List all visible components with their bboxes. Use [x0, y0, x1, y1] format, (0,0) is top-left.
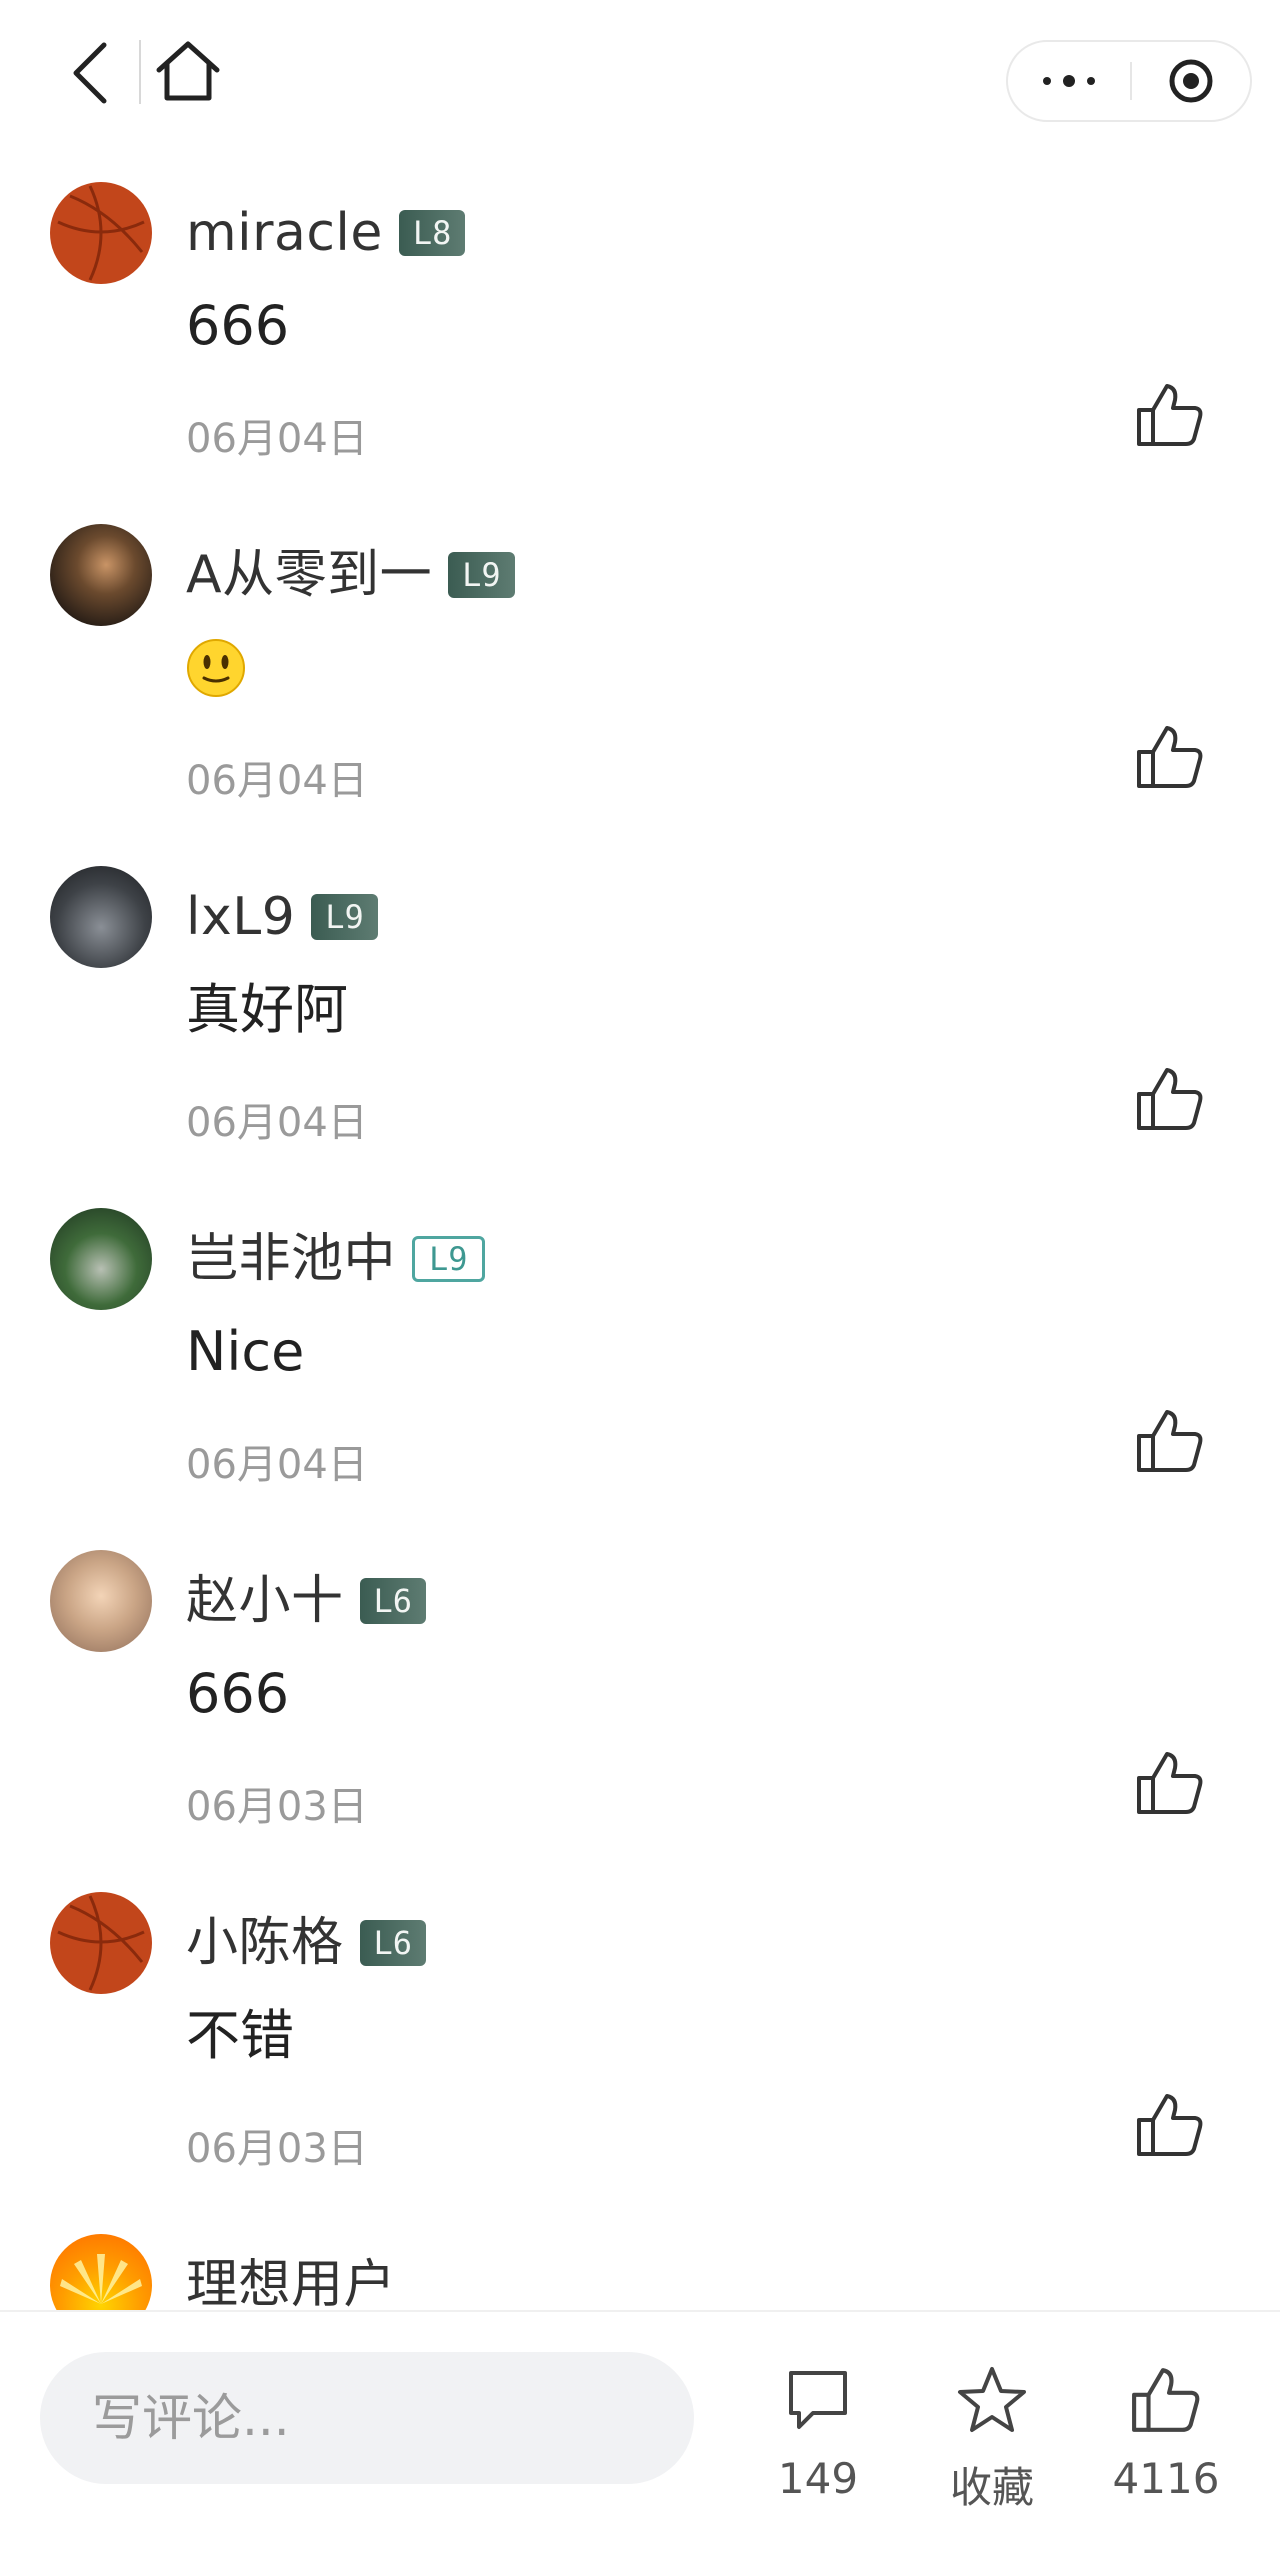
thumbs-up-icon — [1132, 2368, 1200, 2432]
comment-item: 小陈格 L6 不错 06月03日 — [0, 1880, 1280, 2222]
thumbs-up-icon — [1137, 726, 1203, 788]
avatar[interactable] — [50, 1550, 152, 1652]
username[interactable]: 赵小十 — [186, 1575, 344, 1627]
home-icon — [156, 41, 220, 101]
avatar[interactable] — [50, 866, 152, 968]
avatar[interactable] — [50, 1208, 152, 1310]
comment-item: 理想用户 — [0, 2222, 1280, 2310]
target-icon — [1169, 59, 1213, 103]
username[interactable]: 岂非池中 — [186, 1233, 396, 1285]
avatar[interactable] — [50, 2234, 152, 2310]
name-row: 岂非池中 L9 — [186, 1224, 485, 1294]
favorite-label: 收藏 — [949, 2463, 1034, 2512]
avatar[interactable] — [50, 182, 152, 284]
comment-item: lxL9 L9 真好阿 06月04日 — [0, 854, 1280, 1196]
avatar[interactable] — [50, 1892, 152, 1994]
nav-divider — [139, 40, 141, 104]
like-button[interactable] — [1130, 1059, 1210, 1139]
favorite-button[interactable]: 收藏 — [922, 2360, 1062, 2540]
thumbs-up-icon — [1137, 2094, 1203, 2156]
comment-text: Nice — [186, 1320, 305, 1383]
name-row: 理想用户 — [186, 2250, 396, 2310]
slightly-smiling-face-emoji-icon — [187, 639, 245, 697]
level-badge: L8 — [398, 210, 466, 256]
thumbs-up-icon — [1137, 1410, 1203, 1472]
level-badge: L9 — [311, 894, 378, 940]
comment-date: 06月03日 — [186, 1784, 368, 1830]
level-badge: L6 — [359, 1920, 427, 1966]
comment-date: 06月04日 — [186, 758, 368, 804]
chevron-left-icon — [73, 42, 107, 104]
level-badge: L9 — [448, 552, 515, 598]
name-row: 小陈格 L6 — [186, 1908, 427, 1978]
comment-list: miracle L8 666 06月04日 A从零到一 L9 06月04日 lx… — [0, 170, 1280, 2310]
comment-bubble-icon — [789, 2371, 847, 2429]
comment-count-button[interactable]: 149 — [748, 2360, 888, 2540]
comment-item: miracle L8 666 06月04日 — [0, 170, 1280, 512]
comment-text: 不错 — [186, 2004, 294, 2067]
comment-item: 赵小十 L6 666 06月03日 — [0, 1538, 1280, 1880]
thumbs-up-icon — [1137, 1752, 1203, 1814]
like-button[interactable] — [1130, 1743, 1210, 1823]
like-button[interactable] — [1130, 375, 1210, 455]
comment-date: 06月04日 — [186, 1442, 368, 1488]
sun-logo-icon — [60, 2254, 142, 2304]
top-nav-bar — [0, 0, 1280, 150]
comment-count: 149 — [777, 2454, 859, 2503]
username[interactable]: miracle — [186, 207, 383, 259]
like-count: 4116 — [1112, 2454, 1220, 2503]
level-badge: L9 — [412, 1236, 485, 1282]
home-button[interactable] — [150, 36, 226, 106]
more-button[interactable] — [1008, 42, 1130, 120]
comment-text: 666 — [186, 294, 290, 357]
basketball-icon — [51, 1893, 151, 1993]
back-button[interactable] — [60, 38, 120, 108]
username[interactable]: lxL9 — [186, 891, 295, 943]
comment-text: 666 — [186, 1662, 290, 1725]
username[interactable]: A从零到一 — [186, 549, 432, 601]
like-button[interactable] — [1130, 1401, 1210, 1481]
name-row: lxL9 L9 — [186, 882, 378, 952]
like-count-button[interactable]: 4116 — [1096, 2360, 1236, 2540]
comment-item: 岂非池中 L9 Nice 06月04日 — [0, 1196, 1280, 1538]
level-badge: L6 — [359, 1578, 427, 1624]
thumbs-up-icon — [1137, 384, 1203, 446]
comment-date: 06月03日 — [186, 2126, 368, 2172]
comment-date: 06月04日 — [186, 1100, 368, 1146]
basketball-icon — [51, 183, 151, 283]
comment-text: 真好阿 — [186, 978, 348, 1041]
username[interactable]: 小陈格 — [186, 1917, 344, 1969]
comment-item: A从零到一 L9 06月04日 — [0, 512, 1280, 854]
name-row: A从零到一 L9 — [186, 540, 515, 610]
close-button[interactable] — [1132, 42, 1250, 120]
comment-date: 06月04日 — [186, 416, 368, 462]
like-button[interactable] — [1130, 717, 1210, 797]
username[interactable]: 理想用户 — [186, 2259, 396, 2310]
avatar[interactable] — [50, 524, 152, 626]
like-button[interactable] — [1130, 2085, 1210, 2165]
bottom-action-bar: 149 收藏 4116 — [0, 2310, 1280, 2552]
thumbs-up-icon — [1137, 1068, 1203, 1130]
name-row: miracle L8 — [186, 198, 466, 268]
name-row: 赵小十 L6 — [186, 1566, 427, 1636]
star-icon — [958, 2367, 1026, 2432]
mini-program-capsule — [1006, 40, 1252, 122]
more-dots-icon — [1043, 75, 1095, 87]
comment-input[interactable] — [40, 2352, 694, 2484]
